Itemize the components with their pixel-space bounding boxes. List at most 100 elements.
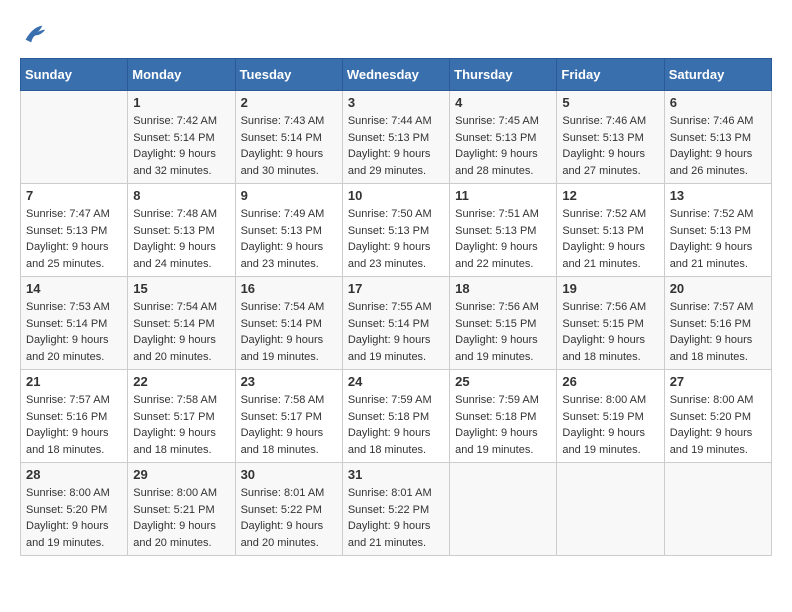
day-info: Sunrise: 7:46 AMSunset: 5:13 PMDaylight:… bbox=[670, 113, 766, 179]
day-info: Sunrise: 7:49 AMSunset: 5:13 PMDaylight:… bbox=[241, 206, 337, 272]
day-info: Sunrise: 7:44 AMSunset: 5:13 PMDaylight:… bbox=[348, 113, 444, 179]
day-number: 6 bbox=[670, 95, 766, 110]
day-number: 9 bbox=[241, 188, 337, 203]
calendar-cell: 25 Sunrise: 7:59 AMSunset: 5:18 PMDayligh… bbox=[450, 370, 557, 463]
calendar-cell bbox=[450, 463, 557, 556]
day-info: Sunrise: 7:52 AMSunset: 5:13 PMDaylight:… bbox=[562, 206, 658, 272]
calendar-cell: 10 Sunrise: 7:50 AMSunset: 5:13 PMDayligh… bbox=[342, 184, 449, 277]
week-row-2: 14 Sunrise: 7:53 AMSunset: 5:14 PMDayligh… bbox=[21, 277, 772, 370]
calendar-cell: 14 Sunrise: 7:53 AMSunset: 5:14 PMDayligh… bbox=[21, 277, 128, 370]
day-number: 4 bbox=[455, 95, 551, 110]
day-info: Sunrise: 8:00 AMSunset: 5:20 PMDaylight:… bbox=[670, 392, 766, 458]
calendar-table: SundayMondayTuesdayWednesdayThursdayFrid… bbox=[20, 58, 772, 556]
calendar-cell: 3 Sunrise: 7:44 AMSunset: 5:13 PMDaylight… bbox=[342, 91, 449, 184]
header-day-tuesday: Tuesday bbox=[235, 59, 342, 91]
day-info: Sunrise: 7:58 AMSunset: 5:17 PMDaylight:… bbox=[241, 392, 337, 458]
calendar-cell: 28Sunrise: 8:00 AMSunset: 5:20 PMDayligh… bbox=[21, 463, 128, 556]
day-number: 12 bbox=[562, 188, 658, 203]
day-info: Sunrise: 8:01 AMSunset: 5:22 PMDaylight:… bbox=[348, 485, 444, 551]
calendar-cell: 24 Sunrise: 7:59 AMSunset: 5:18 PMDayligh… bbox=[342, 370, 449, 463]
day-info: Sunrise: 7:50 AMSunset: 5:13 PMDaylight:… bbox=[348, 206, 444, 272]
header-day-thursday: Thursday bbox=[450, 59, 557, 91]
calendar-cell bbox=[664, 463, 771, 556]
day-info: Sunrise: 7:47 AMSunset: 5:13 PMDaylight:… bbox=[26, 206, 122, 272]
day-info: Sunrise: 7:54 AMSunset: 5:14 PMDaylight:… bbox=[241, 299, 337, 365]
day-number: 20 bbox=[670, 281, 766, 296]
calendar-cell: 11 Sunrise: 7:51 AMSunset: 5:13 PMDayligh… bbox=[450, 184, 557, 277]
day-info: Sunrise: 7:43 AMSunset: 5:14 PMDaylight:… bbox=[241, 113, 337, 179]
day-info: Sunrise: 7:42 AMSunset: 5:14 PMDaylight:… bbox=[133, 113, 229, 179]
day-number: 26 bbox=[562, 374, 658, 389]
week-row-4: 28Sunrise: 8:00 AMSunset: 5:20 PMDayligh… bbox=[21, 463, 772, 556]
day-info: Sunrise: 7:57 AMSunset: 5:16 PMDaylight:… bbox=[26, 392, 122, 458]
calendar-header: SundayMondayTuesdayWednesdayThursdayFrid… bbox=[21, 59, 772, 91]
calendar-cell: 5Sunrise: 7:46 AMSunset: 5:13 PMDaylight… bbox=[557, 91, 664, 184]
calendar-cell: 15 Sunrise: 7:54 AMSunset: 5:14 PMDayligh… bbox=[128, 277, 235, 370]
calendar-cell: 2Sunrise: 7:43 AMSunset: 5:14 PMDaylight… bbox=[235, 91, 342, 184]
day-number: 24 bbox=[348, 374, 444, 389]
header-row: SundayMondayTuesdayWednesdayThursdayFrid… bbox=[21, 59, 772, 91]
day-number: 7 bbox=[26, 188, 122, 203]
day-number: 17 bbox=[348, 281, 444, 296]
calendar-cell: 12 Sunrise: 7:52 AMSunset: 5:13 PMDayligh… bbox=[557, 184, 664, 277]
calendar-cell bbox=[557, 463, 664, 556]
day-number: 14 bbox=[26, 281, 122, 296]
day-info: Sunrise: 8:01 AMSunset: 5:22 PMDaylight:… bbox=[241, 485, 337, 551]
day-number: 15 bbox=[133, 281, 229, 296]
day-number: 10 bbox=[348, 188, 444, 203]
day-info: Sunrise: 7:46 AMSunset: 5:13 PMDaylight:… bbox=[562, 113, 658, 179]
header bbox=[20, 20, 772, 48]
day-info: Sunrise: 7:55 AMSunset: 5:14 PMDaylight:… bbox=[348, 299, 444, 365]
day-info: Sunrise: 7:45 AMSunset: 5:13 PMDaylight:… bbox=[455, 113, 551, 179]
calendar-cell: 30 Sunrise: 8:01 AMSunset: 5:22 PMDayligh… bbox=[235, 463, 342, 556]
day-number: 19 bbox=[562, 281, 658, 296]
day-info: Sunrise: 7:59 AMSunset: 5:18 PMDaylight:… bbox=[348, 392, 444, 458]
calendar-cell: 13Sunrise: 7:52 AMSunset: 5:13 PMDayligh… bbox=[664, 184, 771, 277]
day-number: 1 bbox=[133, 95, 229, 110]
calendar-cell: 20 Sunrise: 7:57 AMSunset: 5:16 PMDayligh… bbox=[664, 277, 771, 370]
day-number: 31 bbox=[348, 467, 444, 482]
day-info: Sunrise: 7:48 AMSunset: 5:13 PMDaylight:… bbox=[133, 206, 229, 272]
calendar-cell: 31 Sunrise: 8:01 AMSunset: 5:22 PMDayligh… bbox=[342, 463, 449, 556]
calendar-cell: 7 Sunrise: 7:47 AMSunset: 5:13 PMDaylight… bbox=[21, 184, 128, 277]
day-number: 16 bbox=[241, 281, 337, 296]
calendar-cell: 29Sunrise: 8:00 AMSunset: 5:21 PMDayligh… bbox=[128, 463, 235, 556]
day-info: Sunrise: 8:00 AMSunset: 5:20 PMDaylight:… bbox=[26, 485, 122, 551]
day-info: Sunrise: 7:51 AMSunset: 5:13 PMDaylight:… bbox=[455, 206, 551, 272]
calendar-cell: 22Sunrise: 7:58 AMSunset: 5:17 PMDayligh… bbox=[128, 370, 235, 463]
calendar-cell: 4 Sunrise: 7:45 AMSunset: 5:13 PMDaylight… bbox=[450, 91, 557, 184]
day-info: Sunrise: 7:57 AMSunset: 5:16 PMDaylight:… bbox=[670, 299, 766, 365]
day-number: 30 bbox=[241, 467, 337, 482]
calendar-cell: 1 Sunrise: 7:42 AMSunset: 5:14 PMDaylight… bbox=[128, 91, 235, 184]
day-info: Sunrise: 8:00 AMSunset: 5:19 PMDaylight:… bbox=[562, 392, 658, 458]
calendar-cell: 21Sunrise: 7:57 AMSunset: 5:16 PMDayligh… bbox=[21, 370, 128, 463]
day-number: 3 bbox=[348, 95, 444, 110]
day-number: 11 bbox=[455, 188, 551, 203]
logo-icon bbox=[20, 20, 48, 48]
day-info: Sunrise: 7:53 AMSunset: 5:14 PMDaylight:… bbox=[26, 299, 122, 365]
calendar-body: 1 Sunrise: 7:42 AMSunset: 5:14 PMDaylight… bbox=[21, 91, 772, 556]
day-info: Sunrise: 7:59 AMSunset: 5:18 PMDaylight:… bbox=[455, 392, 551, 458]
day-info: Sunrise: 8:00 AMSunset: 5:21 PMDaylight:… bbox=[133, 485, 229, 551]
header-day-friday: Friday bbox=[557, 59, 664, 91]
day-number: 13 bbox=[670, 188, 766, 203]
calendar-cell: 17 Sunrise: 7:55 AMSunset: 5:14 PMDayligh… bbox=[342, 277, 449, 370]
header-day-monday: Monday bbox=[128, 59, 235, 91]
header-day-wednesday: Wednesday bbox=[342, 59, 449, 91]
calendar-cell: 16 Sunrise: 7:54 AMSunset: 5:14 PMDayligh… bbox=[235, 277, 342, 370]
day-number: 23 bbox=[241, 374, 337, 389]
week-row-1: 7 Sunrise: 7:47 AMSunset: 5:13 PMDaylight… bbox=[21, 184, 772, 277]
week-row-3: 21Sunrise: 7:57 AMSunset: 5:16 PMDayligh… bbox=[21, 370, 772, 463]
day-number: 25 bbox=[455, 374, 551, 389]
header-day-sunday: Sunday bbox=[21, 59, 128, 91]
calendar-cell: 19 Sunrise: 7:56 AMSunset: 5:15 PMDayligh… bbox=[557, 277, 664, 370]
day-info: Sunrise: 7:54 AMSunset: 5:14 PMDaylight:… bbox=[133, 299, 229, 365]
header-day-saturday: Saturday bbox=[664, 59, 771, 91]
calendar-cell: 26 Sunrise: 8:00 AMSunset: 5:19 PMDayligh… bbox=[557, 370, 664, 463]
calendar-cell: 6 Sunrise: 7:46 AMSunset: 5:13 PMDaylight… bbox=[664, 91, 771, 184]
day-number: 22 bbox=[133, 374, 229, 389]
logo bbox=[20, 20, 52, 48]
calendar-cell: 8Sunrise: 7:48 AMSunset: 5:13 PMDaylight… bbox=[128, 184, 235, 277]
day-info: Sunrise: 7:56 AMSunset: 5:15 PMDaylight:… bbox=[562, 299, 658, 365]
calendar-cell: 18Sunrise: 7:56 AMSunset: 5:15 PMDayligh… bbox=[450, 277, 557, 370]
